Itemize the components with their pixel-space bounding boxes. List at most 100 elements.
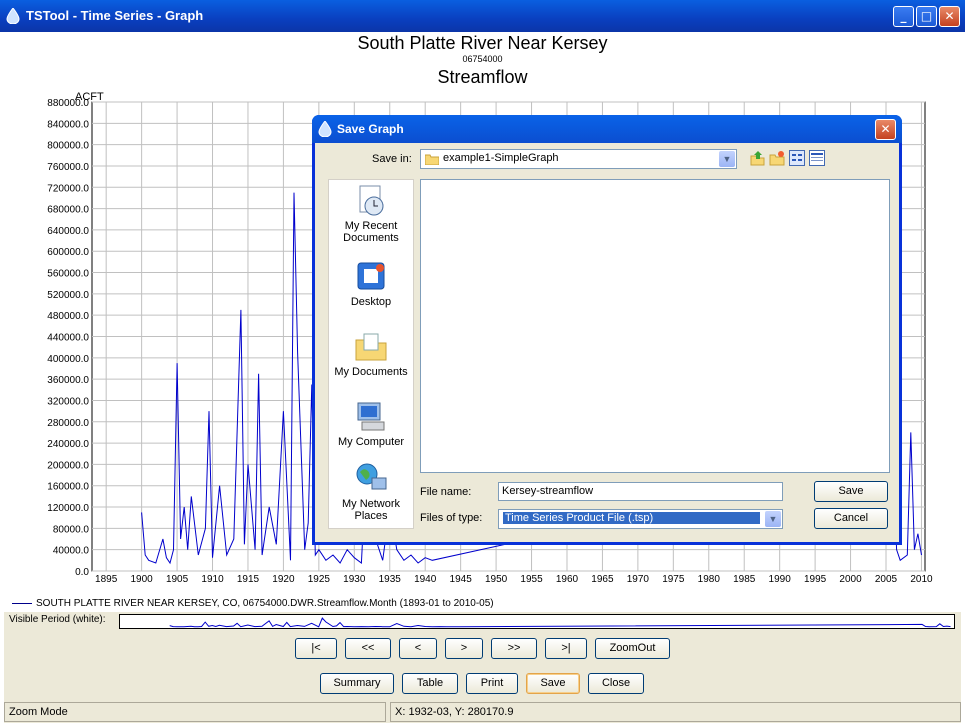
y-tick-label: 520000.0 <box>47 290 89 301</box>
folder-icon <box>425 154 439 165</box>
y-tick-label: 80000.0 <box>53 524 90 535</box>
x-tick-label: 1930 <box>343 574 366 585</box>
files-of-type-label: Files of type: <box>420 512 483 524</box>
legend-swatch <box>12 603 32 604</box>
x-tick-label: 2010 <box>910 574 933 585</box>
x-tick-label: 1945 <box>450 574 473 585</box>
y-tick-label: 320000.0 <box>47 396 89 407</box>
status-coordinates: X: 1932-03, Y: 280170.9 <box>390 702 961 722</box>
y-axis-unit: ACFT <box>75 91 104 103</box>
legend-text: SOUTH PLATTE RIVER NEAR KERSEY, CO, 0675… <box>36 598 494 609</box>
my-documents-icon <box>355 333 387 361</box>
y-tick-label: 120000.0 <box>47 503 89 514</box>
files-of-type-combo[interactable]: Time Series Product File (.tsp) ▼ <box>498 509 783 529</box>
y-tick-label: 440000.0 <box>47 333 89 344</box>
x-tick-label: 1965 <box>591 574 614 585</box>
y-tick-label: 840000.0 <box>47 119 89 130</box>
zoom-out-button[interactable]: ZoomOut <box>595 638 670 659</box>
table-button[interactable]: Table <box>402 673 458 694</box>
save-graph-dialog: Save Graph ✕ Save in: example1-SimpleGra… <box>312 115 902 545</box>
place-desktop[interactable]: Desktop <box>329 260 413 308</box>
up-folder-icon[interactable] <box>749 150 765 166</box>
places-bar: My Recent Documents Desktop My Documents… <box>328 179 414 529</box>
x-tick-label: 1955 <box>520 574 543 585</box>
dialog-save-button[interactable]: Save <box>814 481 888 502</box>
place-recent-documents[interactable]: My Recent Documents <box>329 184 413 244</box>
status-mode: Zoom Mode <box>4 702 386 722</box>
x-tick-label: 1995 <box>804 574 827 585</box>
x-tick-label: 1950 <box>485 574 508 585</box>
y-tick-label: 600000.0 <box>47 247 89 258</box>
x-tick-label: 1975 <box>662 574 685 585</box>
my-computer-icon <box>357 402 385 431</box>
y-tick-label: 40000.0 <box>53 546 90 557</box>
y-tick-label: 200000.0 <box>47 460 89 471</box>
new-folder-icon[interactable] <box>769 150 785 166</box>
network-places-icon <box>356 463 387 490</box>
y-tick-label: 240000.0 <box>47 439 89 450</box>
x-tick-label: 1940 <box>414 574 437 585</box>
y-tick-label: 640000.0 <box>47 226 89 237</box>
y-tick-label: 280000.0 <box>47 418 89 429</box>
dialog-close-button[interactable]: ✕ <box>875 119 896 140</box>
place-my-documents[interactable]: My Documents <box>329 330 413 378</box>
tstool-droplet-icon <box>318 121 332 137</box>
save-in-value: example1-SimpleGraph <box>443 152 559 164</box>
nav-back-button[interactable]: < <box>399 638 437 659</box>
nav-page-back-button[interactable]: << <box>345 638 391 659</box>
y-tick-label: 400000.0 <box>47 354 89 365</box>
y-tick-label: 360000.0 <box>47 375 89 386</box>
file-name-input[interactable]: Kersey-streamflow <box>498 482 783 501</box>
visible-period-label: Visible Period (white): <box>9 614 106 625</box>
visible-period-strip[interactable] <box>119 614 955 629</box>
nav-page-forward-button[interactable]: >> <box>491 638 537 659</box>
chevron-down-icon[interactable]: ▼ <box>719 151 735 167</box>
x-axis-ticks: 1895 1900 1905 1910 1915 1920 1925 1930 1935 1940… <box>95 574 933 585</box>
save-in-label: Save in: <box>372 153 412 165</box>
x-tick-label: 1985 <box>733 574 756 585</box>
nav-forward-button[interactable]: > <box>445 638 483 659</box>
dialog-title: Save Graph <box>337 122 404 136</box>
file-name-label: File name: <box>420 486 472 498</box>
x-tick-label: 2000 <box>839 574 862 585</box>
y-tick-label: 760000.0 <box>47 162 89 173</box>
x-tick-label: 2005 <box>875 574 898 585</box>
recent-documents-icon <box>359 185 384 216</box>
place-my-computer[interactable]: My Computer <box>329 400 413 448</box>
file-list[interactable] <box>420 179 890 473</box>
dialog-cancel-button[interactable]: Cancel <box>814 508 888 529</box>
x-tick-label: 1895 <box>95 574 118 585</box>
dialog-body: Save in: example1-SimpleGraph ▼ My Recen… <box>315 143 899 542</box>
y-tick-label: 480000.0 <box>47 311 89 322</box>
summary-button[interactable]: Summary <box>320 673 394 694</box>
nav-first-button[interactable]: |< <box>295 638 337 659</box>
y-tick-label: 720000.0 <box>47 183 89 194</box>
files-of-type-value: Time Series Product File (.tsp) <box>503 512 760 524</box>
y-tick-label: 160000.0 <box>47 482 89 493</box>
dialog-titlebar[interactable]: Save Graph ✕ <box>312 115 902 143</box>
x-tick-label: 1910 <box>201 574 224 585</box>
y-axis-ticks: 0.0 40000.0 80000.0 120000.0 160000.0 200000.… <box>47 98 89 578</box>
x-tick-label: 1905 <box>166 574 189 585</box>
close-button[interactable]: Close <box>588 673 644 694</box>
x-tick-label: 1935 <box>379 574 402 585</box>
x-tick-label: 1990 <box>769 574 792 585</box>
list-view-icon[interactable] <box>789 150 805 166</box>
save-button[interactable]: Save <box>526 673 580 694</box>
x-tick-label: 1960 <box>556 574 579 585</box>
x-tick-label: 1920 <box>272 574 295 585</box>
y-tick-label: 680000.0 <box>47 205 89 216</box>
x-tick-label: 1915 <box>237 574 260 585</box>
chevron-down-icon[interactable]: ▼ <box>765 511 781 527</box>
print-button[interactable]: Print <box>466 673 518 694</box>
place-my-network-places[interactable]: My Network Places <box>329 462 413 522</box>
x-tick-label: 1970 <box>627 574 650 585</box>
x-tick-label: 1900 <box>131 574 154 585</box>
x-tick-label: 1980 <box>698 574 721 585</box>
save-in-combo[interactable]: example1-SimpleGraph ▼ <box>420 149 737 169</box>
details-view-icon[interactable] <box>809 150 825 166</box>
desktop-icon <box>357 262 385 290</box>
visible-period-sparkline <box>169 617 951 628</box>
y-tick-label: 560000.0 <box>47 269 89 280</box>
nav-last-button[interactable]: >| <box>545 638 587 659</box>
